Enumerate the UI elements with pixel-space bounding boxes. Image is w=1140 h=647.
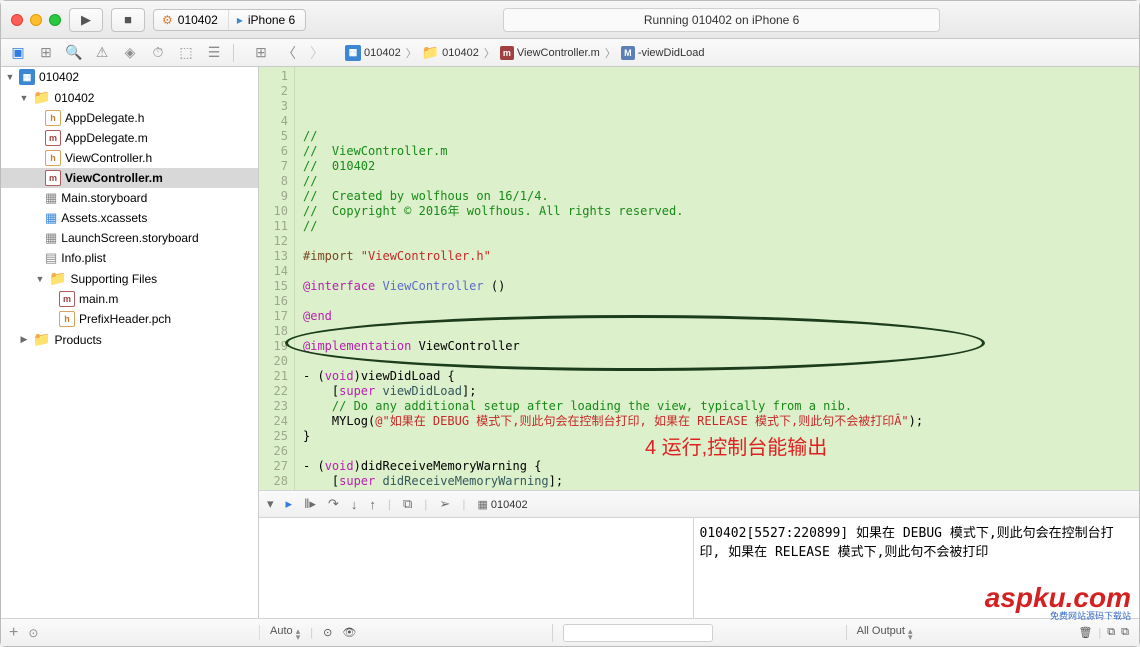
navigator-toolbar: ▣ ⊞ 🔍 ⚠ ◈ ⏱ ⬚ ☰ ⊞ 〈 〉 ▦010402 〉 📁010402 … xyxy=(1,39,1139,67)
symbol-navigator-icon[interactable]: ⊞ xyxy=(37,44,55,62)
jump-bar-file[interactable]: mViewController.m xyxy=(497,46,603,60)
process-icon[interactable]: ▦ 010402 xyxy=(477,498,527,511)
variables-view[interactable] xyxy=(259,518,694,618)
line-gutter[interactable]: 1234567891011121314151617181920212223242… xyxy=(259,67,295,490)
all-output-selector[interactable]: All Output ▴▾ xyxy=(857,625,913,640)
nav-supporting-files[interactable]: ▼📁Supporting Files xyxy=(1,268,258,289)
scheme-selector[interactable]: ⚙010402 ▸iPhone 6 xyxy=(153,9,306,31)
location-icon[interactable]: ➢ xyxy=(439,496,450,512)
back-button[interactable]: 〈 xyxy=(280,44,298,62)
activity-viewer: Running 010402 on iPhone 6 xyxy=(503,8,940,32)
debug-area: 010402[5527:220899] 如果在 DEBUG 模式下,则此句会在控… xyxy=(259,518,1139,618)
debug-navigator-icon[interactable]: ⏱ xyxy=(149,44,167,62)
breakpoints-toggle-icon[interactable]: ▸ xyxy=(286,496,293,512)
project-navigator[interactable]: ▼▦010402 ▼📁010402 hAppDelegate.hmAppDele… xyxy=(1,67,259,618)
nav-project-root[interactable]: ▼▦010402 xyxy=(1,67,258,87)
source-editor[interactable]: 1234567891011121314151617181920212223242… xyxy=(259,67,1139,490)
nav-file[interactable]: ▦Main.storyboard xyxy=(1,188,258,208)
nav-products[interactable]: ▶📁Products xyxy=(1,329,258,350)
code-content[interactable]: 4 运行,控制台能输出 //// ViewController.m// 0104… xyxy=(295,67,1139,490)
step-out-icon[interactable]: ↑ xyxy=(369,497,376,512)
scheme-project[interactable]: ⚙010402 xyxy=(154,10,229,30)
scheme-device[interactable]: ▸iPhone 6 xyxy=(229,10,305,30)
zoom-window-button[interactable] xyxy=(49,14,61,26)
nav-file[interactable]: ▤Info.plist xyxy=(1,248,258,268)
nav-file[interactable]: mmain.m xyxy=(1,289,258,309)
nav-file[interactable]: ▦LaunchScreen.storyboard xyxy=(1,228,258,248)
breakpoint-navigator-icon[interactable]: ⬚ xyxy=(177,44,195,62)
window-titlebar: ▶ ■ ⚙010402 ▸iPhone 6 Running 010402 on … xyxy=(1,1,1139,39)
find-navigator-icon[interactable]: 🔍 xyxy=(65,44,83,62)
step-into-icon[interactable]: ↓ xyxy=(351,497,358,512)
clear-console-icon[interactable]: 🗑 xyxy=(1078,626,1092,639)
add-button[interactable]: + xyxy=(9,624,18,642)
nav-group[interactable]: ▼📁010402 xyxy=(1,87,258,108)
play-icon: ▶ xyxy=(81,12,91,28)
minimize-window-button[interactable] xyxy=(30,14,42,26)
nav-file[interactable]: hAppDelegate.h xyxy=(1,108,258,128)
related-items-icon[interactable]: ⊞ xyxy=(252,44,270,62)
console-split-icon[interactable]: ⧉ xyxy=(1107,626,1115,639)
bottom-bar: + ⊙ Auto ▴▾ | ⊙ 👁 All Output ▴▾ 🗑 | ⧉ ⧉ xyxy=(1,618,1139,646)
auto-selector[interactable]: Auto ▴▾ xyxy=(270,625,300,640)
toggle-debug-area-icon[interactable]: ▾ xyxy=(267,496,274,512)
nav-file[interactable]: hPrefixHeader.pch xyxy=(1,309,258,329)
eye-icon[interactable]: 👁 xyxy=(342,626,356,639)
project-navigator-icon[interactable]: ▣ xyxy=(9,44,27,62)
run-button[interactable]: ▶ xyxy=(69,8,103,32)
stop-icon: ■ xyxy=(124,12,132,27)
continue-icon[interactable]: ‖▸ xyxy=(304,496,316,512)
debug-view-icon[interactable]: ⧉ xyxy=(403,496,412,512)
jump-bar-group[interactable]: 📁010402 xyxy=(419,44,482,61)
test-navigator-icon[interactable]: ◈ xyxy=(121,44,139,62)
report-navigator-icon[interactable]: ☰ xyxy=(205,44,223,62)
traffic-lights xyxy=(11,14,61,26)
debug-bar: ▾ ▸ ‖▸ ↷ ↓ ↑ | ⧉ | ➢ | ▦ 010402 xyxy=(259,490,1139,518)
variables-filter-input[interactable] xyxy=(563,624,713,642)
editor-area: 1234567891011121314151617181920212223242… xyxy=(259,67,1139,618)
nav-file[interactable]: mAppDelegate.m xyxy=(1,128,258,148)
step-over-icon[interactable]: ↷ xyxy=(328,496,339,512)
close-window-button[interactable] xyxy=(11,14,23,26)
stop-button[interactable]: ■ xyxy=(111,8,145,32)
console-split-icon-2[interactable]: ⧉ xyxy=(1121,626,1129,639)
forward-button[interactable]: 〉 xyxy=(308,44,326,62)
jump-bar-symbol[interactable]: M-viewDidLoad xyxy=(618,46,708,60)
nav-file[interactable]: ▦Assets.xcassets xyxy=(1,208,258,228)
scope-icon[interactable]: ⊙ xyxy=(323,626,332,639)
nav-file[interactable]: hViewController.h xyxy=(1,148,258,168)
issue-navigator-icon[interactable]: ⚠ xyxy=(93,44,111,62)
filter-button[interactable]: ⊙ xyxy=(28,626,38,640)
console-output[interactable]: 010402[5527:220899] 如果在 DEBUG 模式下,则此句会在控… xyxy=(694,518,1140,618)
nav-file[interactable]: mViewController.m xyxy=(1,168,258,188)
jump-bar-project[interactable]: ▦010402 xyxy=(342,45,404,61)
